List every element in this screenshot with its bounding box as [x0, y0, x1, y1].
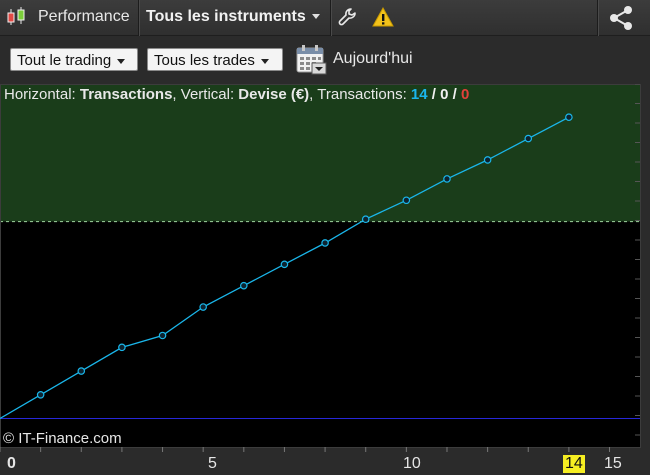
comma: , — [309, 86, 314, 103]
data-point — [199, 303, 207, 311]
comma: , — [172, 86, 177, 103]
horizontal-value: Transactions — [79, 86, 173, 103]
trades-filter-label: Tous les trades — [154, 52, 255, 69]
x-tick-label: 5 — [208, 455, 217, 472]
separator: / — [452, 86, 457, 103]
data-point — [524, 134, 533, 143]
performance-chart — [0, 84, 641, 452]
divider — [138, 0, 139, 36]
transactions-negative: 0 — [460, 86, 470, 103]
x-tick-label: 10 — [403, 455, 421, 472]
divider — [330, 0, 331, 36]
instrument-label: Tous les instruments — [146, 8, 306, 25]
chart-info-line: Horizontal: Transactions, Vertical: Devi… — [4, 86, 469, 103]
vertical-label: Vertical: — [180, 86, 235, 103]
data-point — [483, 156, 492, 164]
separator: / — [431, 86, 436, 103]
profit-zone — [0, 84, 640, 222]
data-point — [77, 367, 86, 375]
data-point — [443, 175, 451, 183]
title-bar: Performance Tous les instruments — [0, 0, 650, 36]
data-point — [280, 260, 289, 269]
data-point — [240, 281, 248, 290]
copyright-text: © IT-Finance.com — [3, 430, 122, 447]
chevron-down-icon — [311, 14, 320, 20]
date-label[interactable]: Aujourd'hui — [333, 50, 413, 68]
calendar-icon[interactable] — [295, 43, 327, 75]
data-point — [565, 113, 573, 122]
warning-icon[interactable] — [372, 6, 394, 28]
trading-filter-label: Tout le trading — [17, 52, 112, 69]
data-point — [321, 239, 329, 247]
window-title: Performance — [38, 8, 130, 25]
transactions-neutral: 0 — [440, 86, 449, 103]
wrench-icon[interactable] — [337, 6, 359, 28]
data-point — [361, 215, 370, 224]
vertical-value: Devise (€) — [238, 86, 310, 103]
transactions-total: 14 — [410, 86, 428, 103]
data-point — [36, 391, 45, 399]
x-tick-label: 0 — [7, 455, 16, 472]
data-point — [118, 343, 126, 352]
chevron-down-icon — [260, 58, 269, 64]
trading-filter-dropdown[interactable]: Tout le trading — [10, 48, 138, 71]
instrument-dropdown[interactable]: Tous les instruments — [146, 8, 320, 26]
filter-toolbar: Tout le trading Tous les trades Aujourd'… — [0, 37, 650, 83]
data-point — [402, 196, 411, 205]
data-point — [158, 331, 167, 340]
x-highlight-label: 14 — [563, 455, 585, 473]
plot-background — [0, 221, 640, 447]
transactions-label: Transactions: — [317, 86, 407, 103]
candlestick-icon[interactable] — [5, 6, 29, 28]
chevron-down-icon — [117, 58, 126, 64]
horizontal-label: Horizontal: — [4, 86, 76, 103]
share-icon[interactable] — [606, 4, 636, 32]
x-tick-label: 15 — [604, 455, 622, 472]
trades-filter-dropdown[interactable]: Tous les trades — [147, 48, 283, 71]
divider — [597, 0, 598, 36]
